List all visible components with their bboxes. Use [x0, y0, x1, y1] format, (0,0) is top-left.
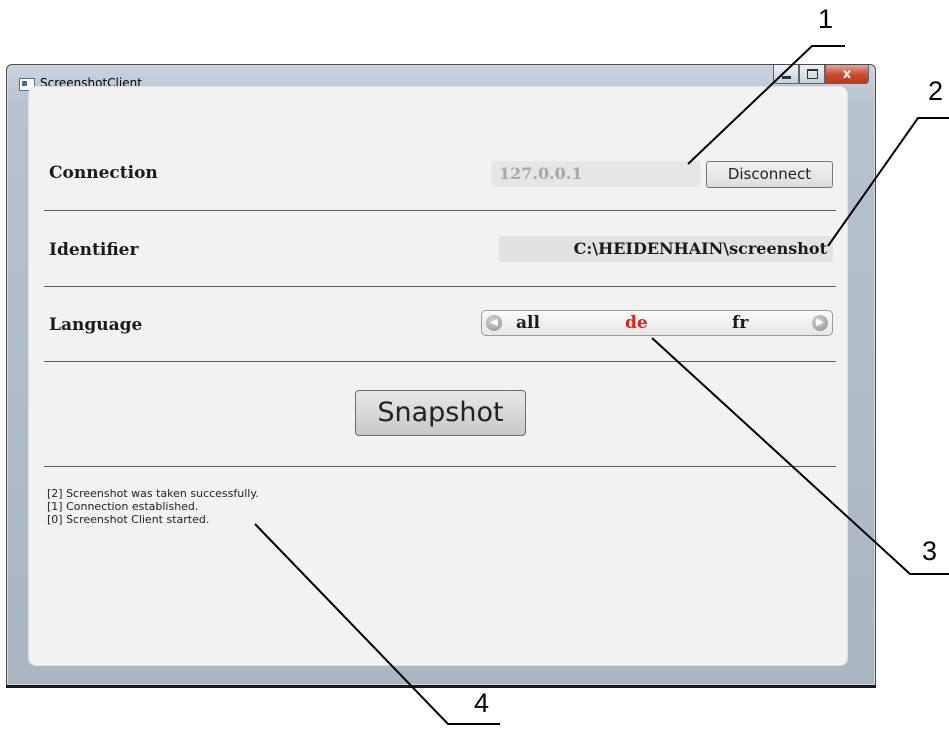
log-line: [1] Connection established.	[47, 500, 199, 513]
arrow-right-icon[interactable]: ▶	[812, 315, 828, 331]
divider	[44, 286, 836, 287]
language-option-fr[interactable]: fr	[732, 312, 748, 334]
ip-address-field[interactable]: 127.0.0.1	[491, 161, 701, 187]
maximize-icon	[806, 69, 818, 79]
identifier-label: Identifier	[49, 240, 139, 260]
identifier-field[interactable]: C:\HEIDENHAIN\screenshot	[499, 236, 833, 262]
divider	[44, 361, 836, 362]
language-option-all[interactable]: all	[516, 312, 540, 334]
log-list: [2] Screenshot was taken successfully. […	[47, 487, 259, 526]
log-line: [0] Screenshot Client started.	[47, 513, 210, 526]
divider	[44, 466, 836, 467]
maximize-button[interactable]	[799, 65, 825, 84]
snapshot-button[interactable]: Snapshot	[355, 390, 526, 436]
caption-buttons: x	[773, 65, 869, 87]
language-label: Language	[49, 315, 143, 335]
callout-number-3: 3	[922, 536, 938, 566]
log-line: [2] Screenshot was taken successfully.	[47, 487, 259, 500]
callout-number-2: 2	[928, 76, 944, 106]
language-option-de[interactable]: de	[625, 312, 648, 334]
divider	[44, 210, 836, 211]
client-panel: Connection 127.0.0.1 Disconnect Identifi…	[28, 86, 848, 666]
minimize-button[interactable]	[773, 65, 799, 84]
language-selector[interactable]: ◀ all de fr ▶	[481, 310, 833, 336]
arrow-left-icon[interactable]: ◀	[486, 315, 502, 331]
callout-number-1: 1	[818, 4, 834, 34]
close-button[interactable]: x	[825, 65, 869, 84]
connection-label: Connection	[49, 163, 158, 183]
disconnect-button[interactable]: Disconnect	[706, 161, 833, 188]
minimize-icon	[781, 75, 791, 79]
callout-number-4: 4	[474, 688, 490, 718]
close-icon: x	[842, 66, 852, 82]
